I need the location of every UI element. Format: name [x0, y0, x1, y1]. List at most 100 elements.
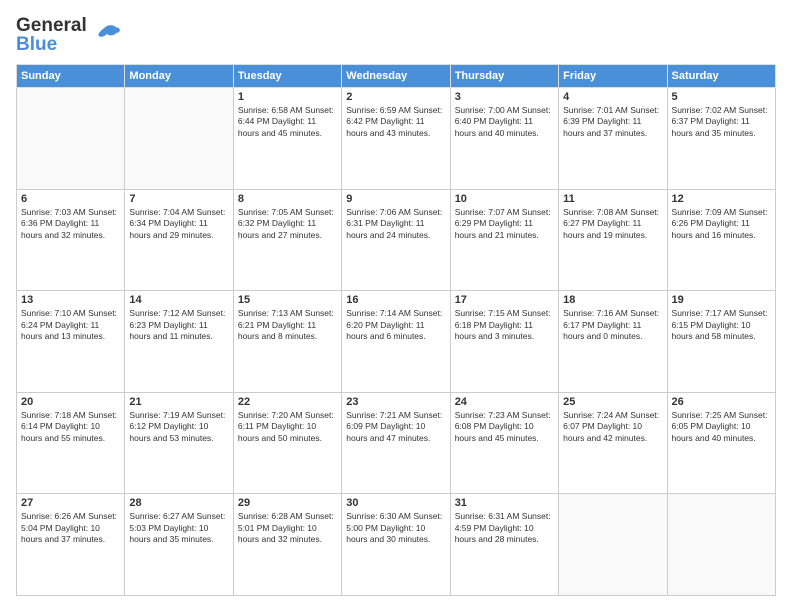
- calendar-cell: 22Sunrise: 7:20 AM Sunset: 6:11 PM Dayli…: [233, 392, 341, 494]
- calendar-cell: 23 Sunrise: 7:21 AM Sunset: 6:09 PM Dayli…: [342, 392, 450, 494]
- calendar-header-monday: Monday: [125, 65, 233, 88]
- calendar-cell: 10 Sunrise: 7:07 AM Sunset: 6:29 PM Dayli…: [450, 189, 558, 291]
- calendar-cell: 13Sunrise: 7:10 AM Sunset: 6:24 PM Dayli…: [17, 291, 125, 393]
- day-number: 26: [672, 396, 771, 408]
- day-info: Sunrise: 7:08 AM Sunset: 6:27 PM Dayligh…: [563, 207, 662, 241]
- day-number: 31: [455, 497, 554, 509]
- day-info: Sunrise: 7:04 AM Sunset: 6:34 PM Dayligh…: [129, 207, 228, 241]
- calendar-body: 1 Sunrise: 6:58 AM Sunset: 6:44 PM Daylig…: [17, 88, 776, 596]
- day-info: Sunrise: 7:14 AM Sunset: 6:20 PM Dayligh…: [346, 308, 445, 342]
- day-number: 24: [455, 396, 554, 408]
- day-number: 10: [455, 193, 554, 205]
- day-number: 4: [563, 91, 662, 103]
- day-number: 1: [238, 91, 337, 103]
- calendar-cell: 26 Sunrise: 7:25 AM Sunset: 6:05 PM Dayli…: [667, 392, 775, 494]
- logo: General Blue: [16, 16, 121, 54]
- calendar-cell: 29 Sunrise: 6:28 AM Sunset: 5:01 PM Dayli…: [233, 494, 341, 596]
- day-info: Sunrise: 7:00 AM Sunset: 6:40 PM Dayligh…: [455, 105, 554, 139]
- calendar-cell: 30 Sunrise: 6:30 AM Sunset: 5:00 PM Dayli…: [342, 494, 450, 596]
- calendar-cell: 1 Sunrise: 6:58 AM Sunset: 6:44 PM Daylig…: [233, 88, 341, 190]
- day-number: 12: [672, 193, 771, 205]
- day-info: Sunrise: 6:31 AM Sunset: 4:59 PM Dayligh…: [455, 511, 554, 545]
- calendar-cell: [559, 494, 667, 596]
- day-number: 16: [346, 294, 445, 306]
- day-info: Sunrise: 7:07 AM Sunset: 6:29 PM Dayligh…: [455, 207, 554, 241]
- day-number: 28: [129, 497, 228, 509]
- calendar-cell: 5 Sunrise: 7:02 AM Sunset: 6:37 PM Daylig…: [667, 88, 775, 190]
- day-number: 8: [238, 193, 337, 205]
- day-info: Sunrise: 7:12 AM Sunset: 6:23 PM Dayligh…: [129, 308, 228, 342]
- day-info: Sunrise: 7:10 AM Sunset: 6:24 PM Dayligh…: [21, 308, 120, 342]
- day-info: Sunrise: 6:59 AM Sunset: 6:42 PM Dayligh…: [346, 105, 445, 139]
- calendar-cell: 8 Sunrise: 7:05 AM Sunset: 6:32 PM Daylig…: [233, 189, 341, 291]
- day-info: Sunrise: 7:17 AM Sunset: 6:15 PM Dayligh…: [672, 308, 771, 342]
- day-info: Sunrise: 7:01 AM Sunset: 6:39 PM Dayligh…: [563, 105, 662, 139]
- logo-blue: Blue: [16, 35, 87, 54]
- day-info: Sunrise: 6:58 AM Sunset: 6:44 PM Dayligh…: [238, 105, 337, 139]
- calendar-cell: [125, 88, 233, 190]
- day-info: Sunrise: 7:18 AM Sunset: 6:14 PM Dayligh…: [21, 410, 120, 444]
- calendar-header-tuesday: Tuesday: [233, 65, 341, 88]
- calendar-cell: [667, 494, 775, 596]
- calendar-cell: 12 Sunrise: 7:09 AM Sunset: 6:26 PM Dayli…: [667, 189, 775, 291]
- day-info: Sunrise: 6:30 AM Sunset: 5:00 PM Dayligh…: [346, 511, 445, 545]
- day-number: 22: [238, 396, 337, 408]
- day-info: Sunrise: 7:13 AM Sunset: 6:21 PM Dayligh…: [238, 308, 337, 342]
- calendar-cell: 28 Sunrise: 6:27 AM Sunset: 5:03 PM Dayli…: [125, 494, 233, 596]
- day-number: 15: [238, 294, 337, 306]
- calendar-week-4: 27Sunrise: 6:26 AM Sunset: 5:04 PM Dayli…: [17, 494, 776, 596]
- day-info: Sunrise: 7:16 AM Sunset: 6:17 PM Dayligh…: [563, 308, 662, 342]
- calendar-header-row: SundayMondayTuesdayWednesdayThursdayFrid…: [17, 65, 776, 88]
- day-number: 25: [563, 396, 662, 408]
- day-info: Sunrise: 7:06 AM Sunset: 6:31 PM Dayligh…: [346, 207, 445, 241]
- calendar-cell: 18 Sunrise: 7:16 AM Sunset: 6:17 PM Dayli…: [559, 291, 667, 393]
- day-number: 6: [21, 193, 120, 205]
- calendar-cell: 24 Sunrise: 7:23 AM Sunset: 6:08 PM Dayli…: [450, 392, 558, 494]
- calendar-cell: 20 Sunrise: 7:18 AM Sunset: 6:14 PM Dayli…: [17, 392, 125, 494]
- logo-bird-icon: [93, 20, 121, 53]
- day-info: Sunrise: 7:19 AM Sunset: 6:12 PM Dayligh…: [129, 410, 228, 444]
- day-info: Sunrise: 7:25 AM Sunset: 6:05 PM Dayligh…: [672, 410, 771, 444]
- day-number: 21: [129, 396, 228, 408]
- day-number: 11: [563, 193, 662, 205]
- day-number: 20: [21, 396, 120, 408]
- day-info: Sunrise: 7:15 AM Sunset: 6:18 PM Dayligh…: [455, 308, 554, 342]
- day-info: Sunrise: 7:03 AM Sunset: 6:36 PM Dayligh…: [21, 207, 120, 241]
- day-number: 5: [672, 91, 771, 103]
- calendar-cell: 17Sunrise: 7:15 AM Sunset: 6:18 PM Dayli…: [450, 291, 558, 393]
- calendar-cell: 6 Sunrise: 7:03 AM Sunset: 6:36 PM Daylig…: [17, 189, 125, 291]
- day-info: Sunrise: 7:24 AM Sunset: 6:07 PM Dayligh…: [563, 410, 662, 444]
- calendar-week-3: 20 Sunrise: 7:18 AM Sunset: 6:14 PM Dayli…: [17, 392, 776, 494]
- day-number: 23: [346, 396, 445, 408]
- day-info: Sunrise: 7:21 AM Sunset: 6:09 PM Dayligh…: [346, 410, 445, 444]
- day-number: 14: [129, 294, 228, 306]
- day-number: 29: [238, 497, 337, 509]
- day-info: Sunrise: 6:28 AM Sunset: 5:01 PM Dayligh…: [238, 511, 337, 545]
- day-number: 27: [21, 497, 120, 509]
- calendar: SundayMondayTuesdayWednesdayThursdayFrid…: [16, 64, 776, 596]
- calendar-cell: 16 Sunrise: 7:14 AM Sunset: 6:20 PM Dayli…: [342, 291, 450, 393]
- day-info: Sunrise: 7:23 AM Sunset: 6:08 PM Dayligh…: [455, 410, 554, 444]
- calendar-cell: 19 Sunrise: 7:17 AM Sunset: 6:15 PM Dayli…: [667, 291, 775, 393]
- day-number: 18: [563, 294, 662, 306]
- day-info: Sunrise: 7:05 AM Sunset: 6:32 PM Dayligh…: [238, 207, 337, 241]
- calendar-week-0: 1 Sunrise: 6:58 AM Sunset: 6:44 PM Daylig…: [17, 88, 776, 190]
- calendar-header-wednesday: Wednesday: [342, 65, 450, 88]
- calendar-cell: 2 Sunrise: 6:59 AM Sunset: 6:42 PM Daylig…: [342, 88, 450, 190]
- day-info: Sunrise: 7:09 AM Sunset: 6:26 PM Dayligh…: [672, 207, 771, 241]
- day-number: 7: [129, 193, 228, 205]
- logo-general: General: [16, 16, 87, 35]
- calendar-cell: 15 Sunrise: 7:13 AM Sunset: 6:21 PM Dayli…: [233, 291, 341, 393]
- day-number: 2: [346, 91, 445, 103]
- calendar-cell: 11 Sunrise: 7:08 AM Sunset: 6:27 PM Dayli…: [559, 189, 667, 291]
- day-number: 30: [346, 497, 445, 509]
- calendar-header-friday: Friday: [559, 65, 667, 88]
- calendar-week-1: 6 Sunrise: 7:03 AM Sunset: 6:36 PM Daylig…: [17, 189, 776, 291]
- day-info: Sunrise: 7:02 AM Sunset: 6:37 PM Dayligh…: [672, 105, 771, 139]
- calendar-cell: 27Sunrise: 6:26 AM Sunset: 5:04 PM Dayli…: [17, 494, 125, 596]
- calendar-header-thursday: Thursday: [450, 65, 558, 88]
- day-number: 19: [672, 294, 771, 306]
- calendar-cell: 7 Sunrise: 7:04 AM Sunset: 6:34 PM Daylig…: [125, 189, 233, 291]
- day-info: Sunrise: 6:27 AM Sunset: 5:03 PM Dayligh…: [129, 511, 228, 545]
- calendar-cell: 31 Sunrise: 6:31 AM Sunset: 4:59 PM Dayli…: [450, 494, 558, 596]
